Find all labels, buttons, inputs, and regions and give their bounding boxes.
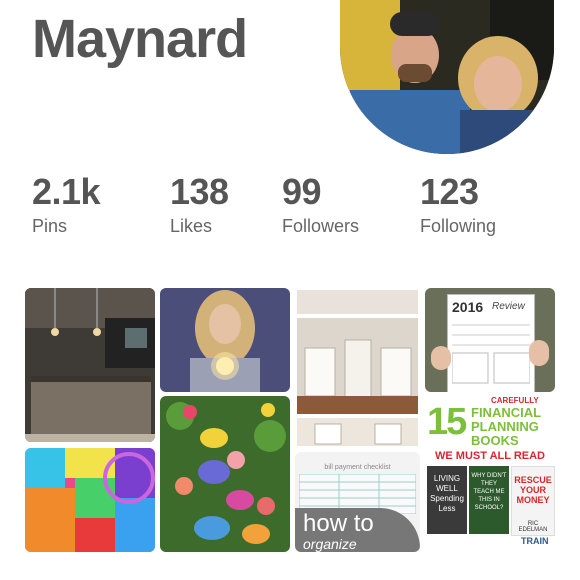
howto-text-2: organize: [303, 536, 357, 552]
stat-following-count: 123: [420, 171, 479, 212]
mudroom-image: [295, 288, 420, 448]
girl-light-image: [160, 288, 290, 392]
review-sheet: 2016 Review: [447, 294, 535, 392]
pin-rainbow-rice[interactable]: [25, 448, 155, 552]
review-title: Review: [492, 301, 525, 312]
howto-text: how to: [303, 510, 374, 537]
stat-following[interactable]: 123 Following: [420, 172, 496, 237]
review-year: 2016: [452, 299, 484, 315]
book-cover-1: LIVING WELL Spending Less: [427, 466, 467, 534]
book-cover-3-author: RIC EDELMAN: [518, 521, 548, 533]
pin-bar-room[interactable]: [25, 288, 155, 442]
book-line-4: WE MUST ALL READ: [435, 450, 545, 462]
pin-mudroom[interactable]: [295, 288, 420, 448]
pin-2016-review[interactable]: 2016 Review: [425, 288, 555, 392]
book-cover-3-title: RESCUE YOUR MONEY: [514, 475, 552, 505]
checklist-title: bill payment checklist: [324, 464, 391, 471]
book-cover-2-title: WHY DIDN'T THEY TEACH ME THIS IN SCHOOL?: [471, 473, 507, 511]
book-cover-3: RESCUE YOUR MONEY RIC EDELMAN: [511, 466, 555, 536]
right-hand: [529, 340, 549, 366]
book-carefully: CAREFULLY: [491, 396, 539, 405]
book-line-3: BOOKS: [471, 433, 519, 448]
stat-following-label: Following: [420, 216, 497, 236]
profile-stats: 2.1k Pins 138 Likes 99 Followers 123 Fol…: [0, 172, 580, 242]
stat-followers-count: 99: [282, 171, 322, 212]
book-cover-1-title: LIVING WELL Spending Less: [430, 474, 464, 513]
left-hand: [431, 346, 451, 370]
pin-financial-books[interactable]: CAREFULLY 15 FINANCIAL PLANNING BOOKS WE…: [425, 396, 555, 552]
profile-name: Maynard: [32, 9, 248, 69]
howto-banner: how to organize: [295, 508, 420, 552]
review-form-lines: [452, 324, 530, 384]
stat-pins-label: Pins: [32, 216, 68, 236]
avatar-photo: [340, 0, 554, 154]
stat-likes-count: 138: [170, 171, 229, 212]
pin-grid: bill payment checklist how to organize 2…: [25, 288, 555, 552]
bar-room-image: [25, 288, 155, 442]
pin-ladybug-rocks[interactable]: [160, 396, 290, 552]
profile-avatar[interactable]: [340, 0, 554, 154]
book-line-1: FINANCIAL: [471, 405, 542, 420]
stat-pins[interactable]: 2.1k Pins: [32, 171, 101, 237]
book-line-2: PLANNING: [471, 419, 539, 434]
stat-pins-count: 2.1k: [32, 171, 101, 212]
pin-girl-light[interactable]: [160, 288, 290, 392]
book-number: 15: [427, 401, 467, 443]
stat-likes[interactable]: 138 Likes: [170, 172, 229, 237]
ladybug-rocks-image: [160, 396, 290, 552]
pin-bill-checklist[interactable]: bill payment checklist how to organize: [295, 452, 420, 552]
stat-followers[interactable]: 99 Followers: [282, 172, 359, 237]
stat-followers-label: Followers: [282, 216, 360, 236]
rainbow-rice-image: [25, 448, 155, 552]
book-cover-2: WHY DIDN'T THEY TEACH ME THIS IN SCHOOL?: [469, 466, 509, 534]
stat-likes-label: Likes: [170, 216, 213, 236]
book-train: TRAIN: [521, 536, 549, 546]
